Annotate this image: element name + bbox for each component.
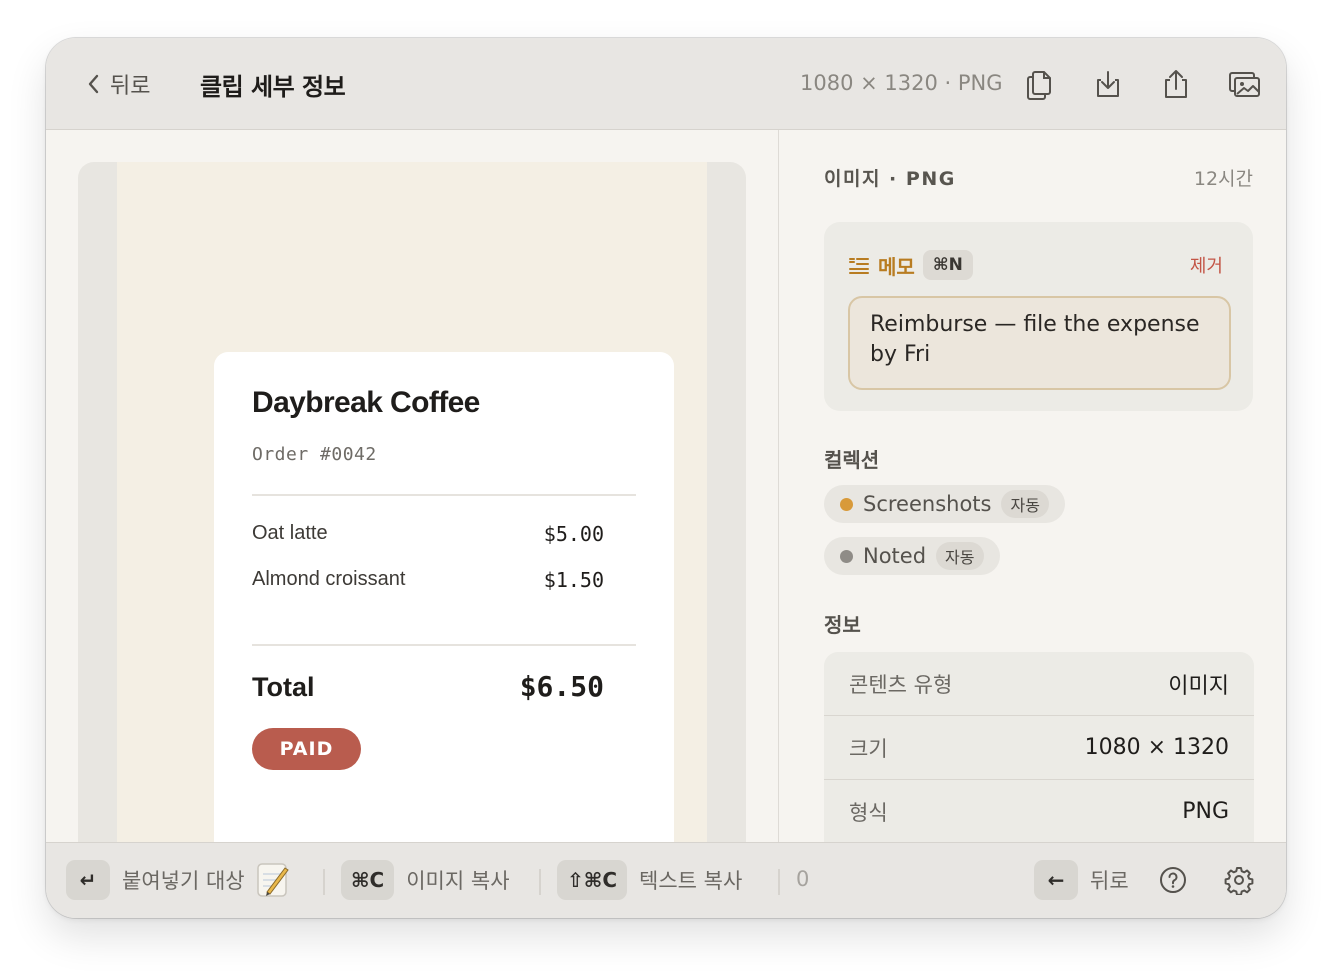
item-name: Almond croissant [252, 568, 406, 590]
back-button[interactable]: 뒤로 [86, 68, 150, 100]
clip-meta: 1080 × 1320 · PNG [800, 71, 1003, 95]
help-icon [1160, 867, 1186, 893]
gear-icon [1224, 867, 1254, 895]
notepad-icon [256, 863, 289, 897]
info-row-format: 형식 PNG [824, 780, 1254, 844]
footer-separator [778, 869, 780, 895]
footer-bar: ↵ 붙여넣기 대상 ⌘C 이미지 복사 ⇧⌘C 텍스트 복사 0 ← 뒤로 [46, 842, 1286, 918]
copy-image-label: 이미지 복사 [406, 869, 510, 893]
settings-button[interactable] [1222, 863, 1256, 897]
receipt-divider [252, 644, 636, 646]
collection-color-dot [840, 549, 853, 563]
copy-button[interactable] [1022, 66, 1056, 102]
footer-separator [323, 869, 325, 895]
receipt-card: Daybreak Coffee Order #0042 Oat latte $5… [214, 352, 674, 918]
footer-back-action[interactable]: ← 뒤로 [1034, 860, 1129, 900]
collections-title: 컬렉션 [824, 448, 880, 472]
info-key: 크기 [849, 736, 888, 761]
back-key: ← [1034, 860, 1078, 900]
page-title: 클립 세부 정보 [200, 73, 346, 101]
footer-separator [539, 869, 541, 895]
share-icon [1165, 70, 1187, 98]
memo-remove-button[interactable]: 제거 [1190, 252, 1223, 278]
enter-key: ↵ [66, 860, 110, 900]
copy-icon [1027, 71, 1051, 100]
collection-color-dot [840, 497, 853, 511]
clip-age: 12시간 [1193, 168, 1253, 190]
copy-text-shortcut: ⇧⌘C [557, 860, 627, 900]
info-key: 콘텐츠 유형 [849, 672, 953, 697]
info-value: 이미지 [1168, 673, 1229, 699]
memo-label: 메모 [878, 254, 915, 279]
collection-chip-screenshots[interactable]: Screenshots 자동 [824, 485, 1065, 523]
paste-to-action[interactable]: ↵ 붙여넣기 대상 [66, 860, 291, 900]
receipt-order-number: Order #0042 [252, 444, 377, 465]
item-price: $5.00 [543, 522, 604, 546]
info-row-size: 크기 1080 × 1320 [824, 716, 1254, 780]
item-name: Oat latte [252, 522, 328, 544]
copy-text-label: 텍스트 복사 [639, 869, 743, 893]
help-button[interactable] [1156, 863, 1190, 897]
open-image-button[interactable] [1227, 66, 1261, 102]
receipt-title: Daybreak Coffee [252, 386, 480, 419]
image-preview: Daybreak Coffee Order #0042 Oat latte $5… [78, 162, 746, 918]
paste-to-label: 붙여넣기 대상 [122, 869, 245, 893]
total-label: Total [252, 672, 315, 702]
collection-auto-tag: 자동 [1001, 490, 1049, 518]
info-table: 콘텐츠 유형 이미지 크기 1080 × 1320 형식 PNG [824, 652, 1254, 844]
memo-header: 메모 ⌘N [848, 250, 973, 280]
footer-count: 0 [796, 867, 810, 891]
footer-back-label: 뒤로 [1090, 869, 1129, 893]
note-icon [849, 258, 869, 274]
memo-card: 메모 ⌘N 제거 Reimburse — file the expense by… [824, 222, 1253, 411]
info-row-content-type: 콘텐츠 유형 이미지 [824, 652, 1254, 716]
item-price: $1.50 [543, 568, 604, 592]
collection-auto-tag: 자동 [936, 542, 984, 570]
clip-details-window: 뒤로 클립 세부 정보 1080 × 1320 · PNG Daybreak C… [46, 38, 1286, 918]
copy-image-shortcut: ⌘C [341, 860, 395, 900]
back-button-label: 뒤로 [110, 74, 151, 99]
receipt-line-item: Almond croissant $1.50 [252, 568, 604, 592]
memo-shortcut: ⌘N [922, 250, 973, 280]
clip-kind: 이미지 · PNG [824, 168, 956, 190]
download-icon [1097, 71, 1119, 97]
download-button[interactable] [1091, 66, 1125, 102]
collection-name: Noted [863, 544, 927, 568]
copy-image-action[interactable]: ⌘C 이미지 복사 [341, 860, 510, 900]
total-value: $6.50 [519, 670, 604, 703]
info-title: 정보 [824, 613, 861, 637]
panel-divider [778, 130, 779, 842]
header-bar: 뒤로 클립 세부 정보 1080 × 1320 · PNG [46, 38, 1286, 130]
collection-name: Screenshots [863, 492, 992, 516]
paid-badge: PAID [252, 728, 361, 770]
memo-text-field[interactable]: Reimburse — file the expense by Fri [848, 296, 1231, 390]
copy-text-action[interactable]: ⇧⌘C 텍스트 복사 [557, 860, 742, 900]
info-key: 형식 [849, 800, 888, 825]
collection-chip-noted[interactable]: Noted 자동 [824, 537, 1000, 575]
receipt-total: Total $6.50 [252, 670, 604, 703]
receipt-divider [252, 494, 636, 496]
chevron-left-icon [88, 74, 99, 94]
info-value: PNG [1182, 799, 1229, 824]
share-button[interactable] [1159, 66, 1193, 102]
receipt-line-item: Oat latte $5.00 [252, 522, 604, 546]
open-image-icon [1229, 72, 1260, 97]
info-value: 1080 × 1320 [1084, 735, 1229, 760]
